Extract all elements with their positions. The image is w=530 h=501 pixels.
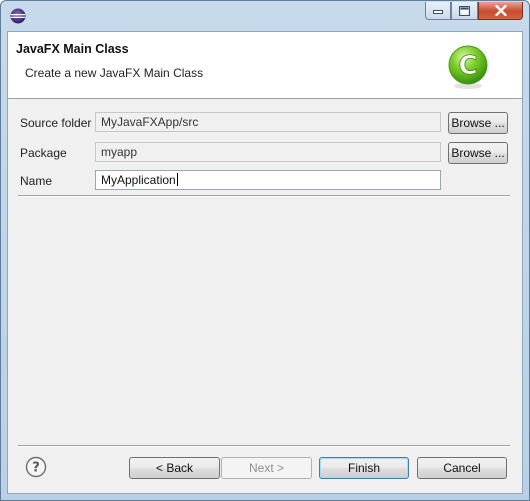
package-field: myapp (95, 142, 441, 162)
text-caret (176, 173, 178, 186)
close-window-button[interactable] (478, 2, 523, 20)
minimize-icon (433, 9, 443, 14)
cancel-button[interactable]: Cancel (417, 457, 507, 479)
form-separator (18, 195, 510, 197)
name-label: Name (20, 174, 53, 188)
javafx-class-icon: C (448, 45, 488, 89)
browse-package-button[interactable]: Browse ... (448, 142, 508, 164)
name-input-value: MyApplication (101, 173, 176, 187)
footer-separator (18, 445, 510, 447)
source-folder-field: MyJavaFXApp/src (95, 112, 441, 132)
page-description: Create a new JavaFX Main Class (25, 66, 204, 80)
close-icon (494, 5, 507, 16)
minimize-button[interactable] (425, 2, 451, 20)
next-button[interactable]: Next > (221, 457, 312, 479)
back-button[interactable]: < Back (129, 457, 220, 479)
title-bar (1, 1, 529, 31)
page-title: JavaFX Main Class (16, 42, 129, 56)
name-input[interactable]: MyApplication (95, 170, 441, 190)
wizard-banner: JavaFX Main Class Create a new JavaFX Ma… (8, 32, 522, 99)
maximize-button[interactable] (451, 2, 478, 20)
eclipse-icon[interactable] (10, 8, 26, 24)
help-icon[interactable]: ? (25, 456, 47, 478)
source-folder-label: Source folder (20, 116, 92, 130)
maximize-icon (459, 5, 470, 16)
package-label: Package (20, 146, 67, 160)
icon-letter: C (458, 51, 477, 81)
browse-source-folder-button[interactable]: Browse ... (448, 112, 508, 134)
svg-text:?: ? (32, 461, 40, 476)
wizard-window: JavaFX Main Class Create a new JavaFX Ma… (0, 0, 530, 501)
finish-button[interactable]: Finish (319, 457, 409, 479)
dialog-content: JavaFX Main Class Create a new JavaFX Ma… (7, 31, 523, 494)
